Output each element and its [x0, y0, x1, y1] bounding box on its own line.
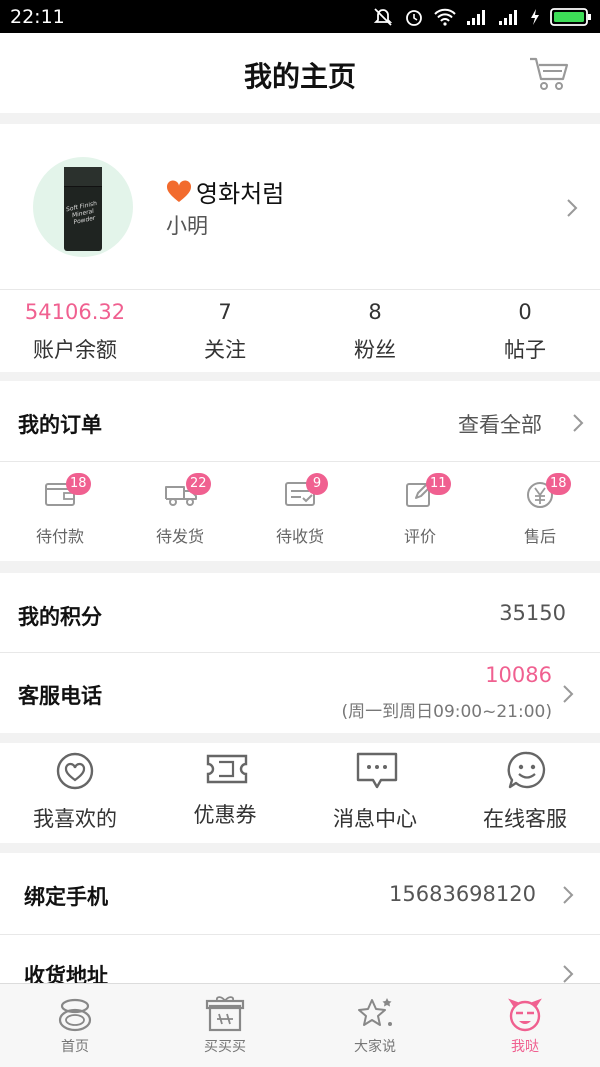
order-count-badge: 22 [186, 473, 211, 495]
order-label: 售后 [523, 527, 556, 546]
alarm-icon [406, 10, 422, 26]
points-service-section: 我的积分 35150 客服电话 10086 (周一到周日09:00~21:00) [0, 573, 600, 733]
bottom-tab-bar: 首页 买买买 大家说 我哒 [0, 983, 600, 1067]
chevron-right-icon [563, 685, 574, 703]
face-icon [508, 998, 542, 1032]
stat-balance[interactable]: 54106.32 账户余额 [0, 290, 150, 372]
page-title: 我的主页 [243, 60, 356, 93]
order-label: 待付款 [35, 527, 84, 546]
tab-label: 我哒 [511, 1039, 539, 1055]
order-status-row: 18 待付款 22 待发货 9 待收货 11 评价 18 售后 [0, 461, 600, 561]
stat-value: 54106.32 [24, 300, 126, 324]
orders-section: 我的订单 查看全部 18 待付款 22 待发货 9 待收货 11 评价 18 售… [0, 381, 600, 561]
feature-label: 消息中心 [333, 807, 417, 831]
orders-title: 我的订单 [18, 413, 102, 437]
stats-row: 54106.32 账户余额 7 关注 8 粉丝 0 帖子 [0, 290, 600, 372]
battery-icon [550, 8, 591, 26]
ticket-icon [206, 754, 248, 784]
order-label: 待收货 [275, 527, 324, 546]
chevron-right-icon [563, 965, 574, 983]
stat-value: 8 [368, 300, 382, 324]
order-label: 待发货 [155, 527, 204, 546]
stat-fans[interactable]: 8 粉丝 [300, 290, 450, 372]
chevron-right-icon [573, 414, 584, 432]
feature-messages[interactable]: 消息中心 [300, 743, 450, 843]
service-phone-number[interactable]: 10086 [485, 663, 552, 687]
tab-me[interactable]: 我哒 [450, 984, 600, 1067]
avatar-product-image: Soft Finish Mineral Powder [64, 167, 102, 251]
avatar[interactable]: Soft Finish Mineral Powder [33, 157, 133, 257]
tab-label: 首页 [61, 1039, 89, 1055]
profile-card[interactable]: Soft Finish Mineral Powder 영화처럼 小明 [0, 124, 600, 290]
username: 小明 [166, 214, 208, 238]
points-label: 我的积分 [18, 605, 102, 629]
order-pending-shipment[interactable]: 22 待发货 [120, 461, 240, 561]
order-after-sale[interactable]: 18 售后 [480, 461, 600, 561]
account-section: 绑定手机 15683698120 收货地址 [0, 853, 600, 993]
service-label: 客服电话 [18, 684, 102, 708]
order-label: 评价 [403, 527, 436, 546]
nickname-text: 영화처럼 [196, 180, 285, 208]
mute-icon [373, 8, 393, 26]
heart-icon [166, 179, 192, 202]
stat-following[interactable]: 7 关注 [150, 290, 300, 372]
stat-label: 关注 [204, 338, 246, 362]
order-count-badge: 9 [306, 473, 328, 495]
stat-label: 账户余额 [33, 338, 117, 362]
order-pending-receipt[interactable]: 9 待收货 [240, 461, 360, 561]
tab-label: 大家说 [354, 1039, 396, 1055]
feature-online-service[interactable]: 在线客服 [450, 743, 600, 843]
feature-label: 优惠券 [193, 803, 257, 827]
header: 我的主页 [0, 33, 600, 113]
tab-label: 买买买 [204, 1039, 246, 1055]
feature-label: 我喜欢的 [33, 807, 117, 831]
heart-circle-icon [56, 752, 94, 790]
stat-posts[interactable]: 0 帖子 [450, 290, 600, 372]
order-count-badge: 18 [546, 473, 571, 495]
status-icons [372, 5, 592, 29]
bind-phone-value: 15683698120 [389, 882, 536, 906]
feature-favorites[interactable]: 我喜欢的 [0, 743, 150, 843]
feature-coupons[interactable]: 优惠券 [150, 743, 300, 843]
status-time: 22:11 [10, 6, 65, 28]
wifi-icon [434, 8, 456, 26]
gift-icon [205, 996, 245, 1032]
cart-icon[interactable] [528, 56, 570, 92]
chevron-right-icon [563, 886, 574, 904]
bind-phone-label: 绑定手机 [24, 885, 108, 909]
view-all-orders-link[interactable]: 查看全部 [458, 409, 542, 439]
signal-icon [467, 10, 485, 25]
feature-grid: 我喜欢的 优惠券 消息中心 在线客服 [0, 743, 600, 843]
order-count-badge: 11 [426, 473, 451, 495]
status-bar: 22:11 [0, 0, 600, 33]
message-icon [356, 752, 398, 789]
avatar-product-text: Soft Finish Mineral Powder [65, 199, 98, 227]
feature-label: 在线客服 [483, 807, 567, 831]
tab-shop[interactable]: 买买买 [150, 984, 300, 1067]
charging-icon [531, 9, 539, 25]
order-pending-payment[interactable]: 18 待付款 [0, 461, 120, 561]
points-value: 35150 [499, 601, 566, 625]
order-review[interactable]: 11 评价 [360, 461, 480, 561]
stat-value: 7 [218, 300, 232, 324]
tab-home[interactable]: 首页 [0, 984, 150, 1067]
stars-icon [358, 998, 392, 1026]
chevron-right-icon [567, 199, 578, 217]
stat-value: 0 [518, 300, 532, 324]
order-count-badge: 18 [66, 473, 91, 495]
signal-icon-2 [499, 10, 517, 25]
stat-label: 粉丝 [354, 338, 396, 362]
nickname: 영화처럼 [166, 174, 284, 209]
tab-community[interactable]: 大家说 [300, 984, 450, 1067]
smiley-chat-icon [507, 751, 546, 789]
stat-label: 帖子 [504, 338, 546, 362]
compact-icon [58, 998, 92, 1032]
service-hours: (周一到周日09:00~21:00) [341, 702, 553, 722]
